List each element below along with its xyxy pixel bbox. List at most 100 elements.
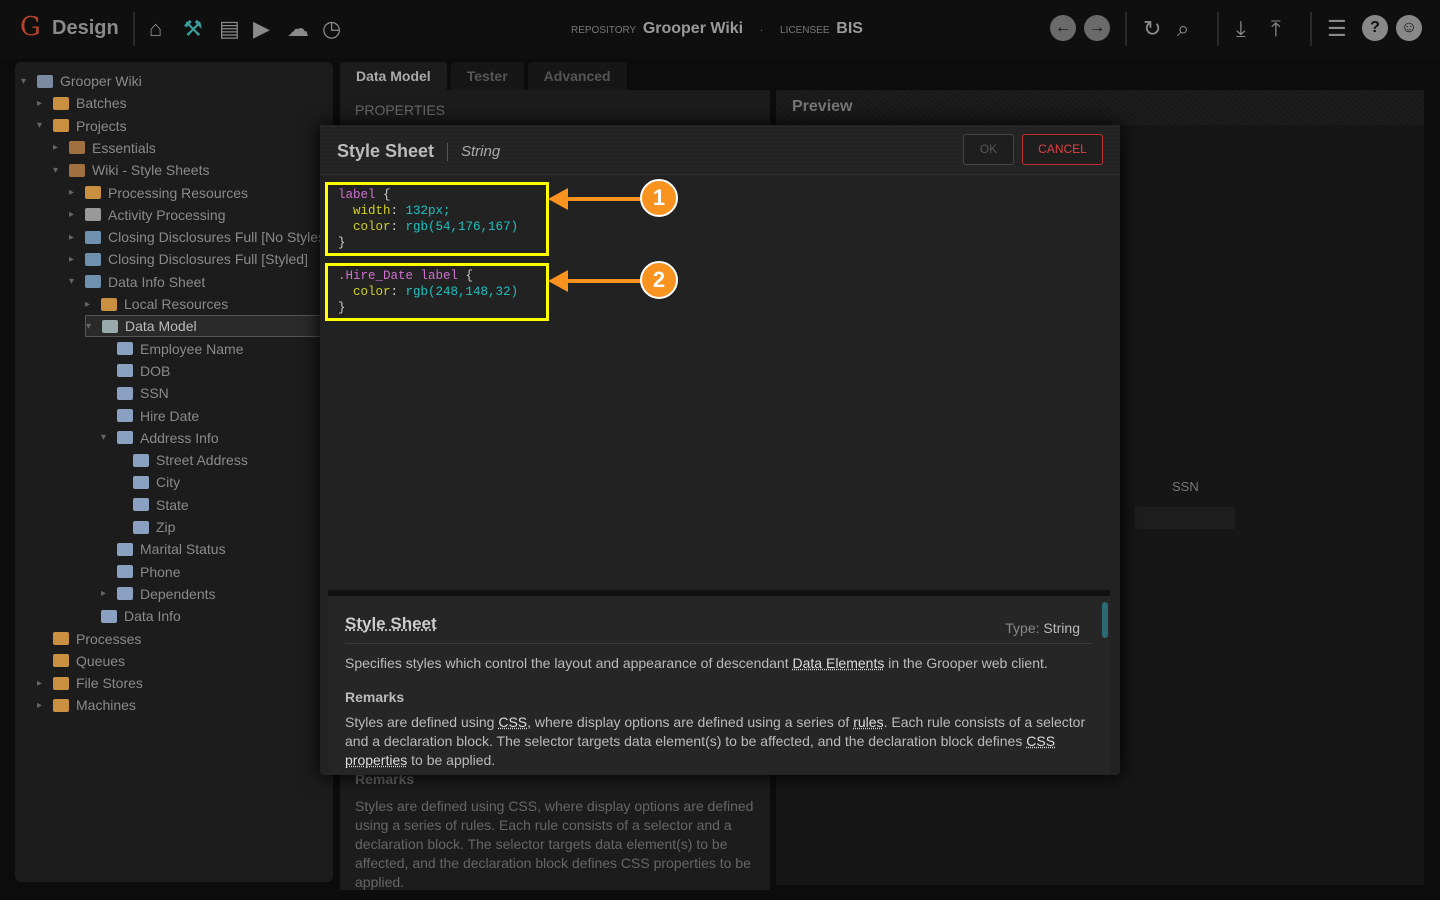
help-icon[interactable]: ?: [1362, 15, 1388, 41]
callout-badge-2: 2: [640, 261, 678, 299]
divider: [1217, 12, 1219, 46]
brace: }: [338, 301, 346, 315]
tree-node-label: State: [156, 496, 189, 513]
rules-link[interactable]: rules: [853, 714, 883, 730]
tree-node-label: Hire Date: [140, 407, 200, 424]
expand-toggle-icon[interactable]: ▾: [21, 76, 37, 87]
expand-toggle-icon[interactable]: ▾: [69, 276, 85, 287]
preview-title: Preview: [776, 90, 1424, 125]
node-icon: [53, 654, 69, 668]
expand-toggle-icon[interactable]: ▸: [37, 98, 53, 109]
upload-icon[interactable]: ⤒: [1271, 16, 1281, 42]
tree-node[interactable]: ▸ File Stores: [37, 672, 347, 694]
expand-toggle-icon[interactable]: ▸: [85, 299, 101, 310]
expand-toggle-icon[interactable]: ▸: [69, 232, 85, 243]
css-rule-hire-date[interactable]: .Hire_Date label { color: rgb(248,148,32…: [325, 263, 549, 321]
tree-node-label: Employee Name: [140, 340, 244, 357]
expand-toggle-icon[interactable]: ▾: [101, 432, 117, 443]
ok-button[interactable]: OK: [963, 134, 1014, 165]
tree-node-label: Batches: [76, 95, 127, 112]
divider: [447, 143, 448, 161]
tree-node[interactable]: ▾ Wiki - Style Sheets: [53, 159, 363, 181]
help-title[interactable]: Style Sheet: [345, 614, 1093, 634]
tree-node[interactable]: ▸ Batches: [37, 92, 347, 114]
jobs-icon[interactable]: ◷: [322, 16, 341, 42]
tree-node-label: Grooper Wiki: [60, 73, 142, 89]
css-value: rgb(54,176,167): [405, 220, 519, 234]
node-icon: [133, 453, 149, 467]
expand-toggle-icon[interactable]: ▸: [37, 678, 53, 689]
tree-node[interactable]: ▸ Machines: [37, 694, 347, 716]
tree-node-label: Activity Processing: [108, 206, 226, 223]
tree-node-label: Machines: [76, 697, 136, 714]
tab-advanced[interactable]: Advanced: [527, 62, 627, 90]
imports-icon[interactable]: ☁: [287, 16, 309, 42]
node-icon: [53, 119, 69, 133]
expand-toggle-icon[interactable]: ▾: [37, 120, 53, 131]
remarks-heading: Remarks: [345, 689, 405, 705]
expand-toggle-icon[interactable]: ▾: [53, 165, 69, 176]
divider: [1310, 12, 1312, 46]
back-icon[interactable]: ←: [1050, 15, 1076, 41]
node-icon: [53, 676, 69, 690]
dialog-title: Style Sheet: [337, 141, 435, 161]
preview-ssn-label: SSN: [1172, 479, 1199, 494]
tree-node[interactable]: ▸ Essentials: [53, 137, 363, 159]
node-icon: [117, 364, 133, 378]
expand-toggle-icon[interactable]: ▸: [69, 209, 85, 220]
text: Styles are defined using: [345, 714, 499, 730]
tree-node-label: Marital Status: [140, 541, 226, 558]
node-tree-panel: ▾ Grooper Wiki ▸ Batches ▾ Projects ▸ Essential…: [15, 62, 395, 882]
css-value: 132px;: [405, 204, 451, 218]
brace: }: [338, 236, 346, 250]
user-icon[interactable]: ☺: [1396, 15, 1422, 41]
batches-icon[interactable]: ▤: [219, 16, 240, 42]
expand-toggle-icon[interactable]: ▸: [69, 187, 85, 198]
text: Specifies styles which control the layou…: [345, 655, 793, 671]
tree-node[interactable]: ▾ Grooper Wiki: [21, 70, 331, 92]
node-icon: [102, 319, 118, 333]
tab-tester[interactable]: Tester: [450, 62, 524, 90]
css-rule-label[interactable]: label { width: 132px; color: rgb(54,176,…: [325, 182, 549, 256]
help-panel: Style Sheet Type: String Specifies style…: [328, 590, 1110, 775]
type-label: Type:: [1005, 620, 1040, 636]
css-value: rgb(248,148,32): [405, 285, 519, 299]
expand-toggle-icon[interactable]: ▸: [53, 142, 69, 153]
expand-toggle-icon[interactable]: ▸: [69, 254, 85, 265]
repo-name[interactable]: Grooper Wiki: [643, 20, 743, 37]
expand-toggle-icon[interactable]: ▸: [101, 588, 117, 599]
design-tools-icon[interactable]: ⚒: [183, 16, 203, 42]
css-link[interactable]: CSS: [498, 714, 527, 730]
divider: [1125, 12, 1127, 46]
cancel-button[interactable]: CANCEL: [1022, 134, 1103, 165]
tree-node-label: DOB: [140, 362, 171, 379]
expand-toggle-icon[interactable]: ▾: [86, 321, 102, 332]
preview-ssn-input[interactable]: [1135, 507, 1235, 529]
help-type: Type: String: [1005, 620, 1080, 636]
tree-node-label: SSN: [140, 385, 169, 402]
refresh-icon[interactable]: ↻: [1143, 16, 1161, 42]
home-icon[interactable]: ⌂: [149, 16, 162, 42]
search-icon[interactable]: ⌕: [1177, 16, 1189, 42]
data-elements-link[interactable]: Data Elements: [793, 655, 885, 671]
tree-node[interactable]: Queues: [37, 650, 347, 672]
forward-icon[interactable]: →: [1084, 15, 1110, 41]
tree-node[interactable]: Processes: [37, 628, 347, 650]
tasks-icon[interactable]: ▶: [253, 16, 270, 42]
node-icon: [117, 542, 133, 556]
tree-node-label: Processes: [76, 630, 142, 647]
tree-node[interactable]: ▾ Projects: [37, 115, 347, 137]
scrollbar[interactable]: [1102, 602, 1108, 638]
properties-header: PROPERTIES: [355, 102, 445, 118]
expand-toggle-icon[interactable]: ▸: [37, 700, 53, 711]
tree-node-label: Street Address: [156, 452, 248, 469]
node-icon: [117, 342, 133, 356]
download-icon[interactable]: ⤓: [1236, 16, 1246, 42]
tab-data-model[interactable]: Data Model: [340, 62, 447, 90]
tree-node-label: Dependents: [140, 585, 216, 602]
node-icon: [69, 141, 85, 155]
database-icon[interactable]: ☰: [1327, 16, 1347, 42]
tree-node-label: Essentials: [92, 139, 156, 156]
tree-node-label: Address Info: [140, 429, 219, 446]
tree-node-label: Queues: [76, 652, 126, 669]
